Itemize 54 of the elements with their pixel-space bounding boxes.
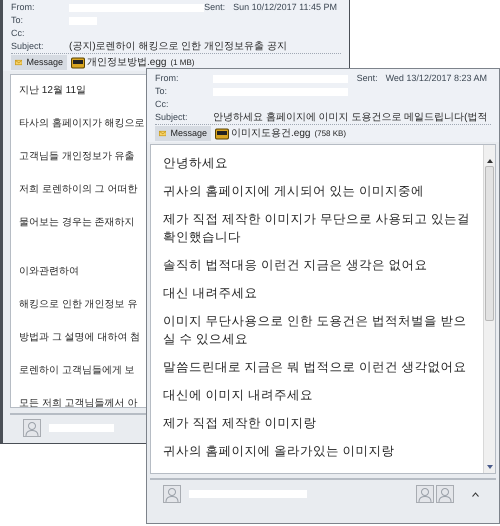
scrollbar[interactable] [483, 145, 495, 473]
sent-label: Sent: [204, 0, 226, 14]
cc-label: Cc: [11, 26, 26, 40]
archive-file-icon [71, 56, 85, 68]
attachment-name: 개인정보방법.egg [87, 56, 166, 70]
attachment-name: 이미지도용건.egg [231, 127, 310, 141]
body-text: 귀사의 홈페이지에 게시되어 있는 이미지중에 [163, 183, 425, 200]
body-text: 지난 12월 11일 [19, 85, 86, 97]
envelope-icon [159, 130, 166, 137]
to-label: To: [11, 14, 24, 27]
body-text: 해킹으로 인한 개인정보 유 [19, 299, 138, 311]
body-text: 귀사의 홈페이지에 올라가있는 이미지랑 [163, 443, 396, 460]
body-text: 안녕하세요 [163, 155, 229, 172]
attachment[interactable]: 개인정보방법.egg (1 MB) [71, 55, 194, 70]
attachment-size: (1 MB) [170, 56, 194, 68]
body-text: 말씀드린대로 지금은 뭐 법적으로 이런건 생각없어요 [163, 359, 468, 376]
person-icon [23, 419, 41, 437]
body-text: 대신 내려주세요 [163, 285, 258, 302]
person-icon [416, 485, 434, 503]
attachment[interactable]: 이미지도용건.egg (758 KB) [215, 126, 346, 141]
body-text: 타사의 홈페이지가 해킹으로 [19, 118, 145, 130]
cc-label: Cc: [155, 98, 170, 111]
subject-label: Subject: [11, 40, 45, 53]
message-tab[interactable]: Message [155, 126, 211, 141]
body-text: 로렌하이 고객님들에게 보 [19, 365, 135, 377]
envelope-icon [15, 59, 22, 66]
scroll-thumb[interactable] [485, 166, 494, 321]
person-icon [436, 485, 454, 503]
body-text: 이와관련하여 [19, 266, 79, 278]
person-icon [163, 485, 181, 503]
from-label: From: [11, 0, 36, 14]
body-text: 방법과 그 설명에 대하여 첨 [19, 332, 140, 344]
to-label: To: [155, 84, 168, 98]
subject: (공지)로렌하이 해킹으로 인한 개인정보유출 공지 [69, 40, 287, 53]
body-text: 제가 직접 제작한 이미지가 무단으로 사용되고 있는걸 확인했습니다 [163, 211, 471, 246]
sent-date: Sun 10/12/2017 11:45 PM [233, 0, 337, 14]
attachment-size: (758 KB) [314, 128, 346, 140]
body-text: 제가 직접 제작한 이미지랑 [163, 415, 318, 432]
scroll-down-icon[interactable] [486, 465, 492, 469]
from-label: From: [155, 72, 180, 85]
archive-file-icon [215, 128, 229, 140]
body-text: 고객님들 개인정보가 유출 [19, 151, 135, 163]
sent-label: Sent: [356, 72, 378, 85]
body-text: 물어보는 경우는 존재하지 [19, 217, 135, 229]
chevron-up-icon[interactable] [472, 492, 479, 496]
sent-date: Wed 13/12/2017 8:23 AM [386, 72, 487, 85]
scroll-up-icon[interactable] [486, 159, 492, 163]
subject: 안녕하세요 홈페이지에 이미지 도용건으로 메일드립니다(법적 [213, 111, 488, 124]
body-text: 저희 로렌하이의 그 어떠한 [19, 184, 138, 196]
body-text: 솔직히 법적대응 이런건 지금은 생각은 없어요 [163, 257, 428, 274]
body-text: 대신에 이미지 내려주세요 [163, 387, 314, 404]
message-tab[interactable]: Message [11, 55, 67, 70]
subject-label: Subject: [155, 111, 189, 124]
body-text: 이미지 무단사용으로 인한 도용건은 법적처벌을 받으실 수 있으세요 [163, 313, 468, 348]
